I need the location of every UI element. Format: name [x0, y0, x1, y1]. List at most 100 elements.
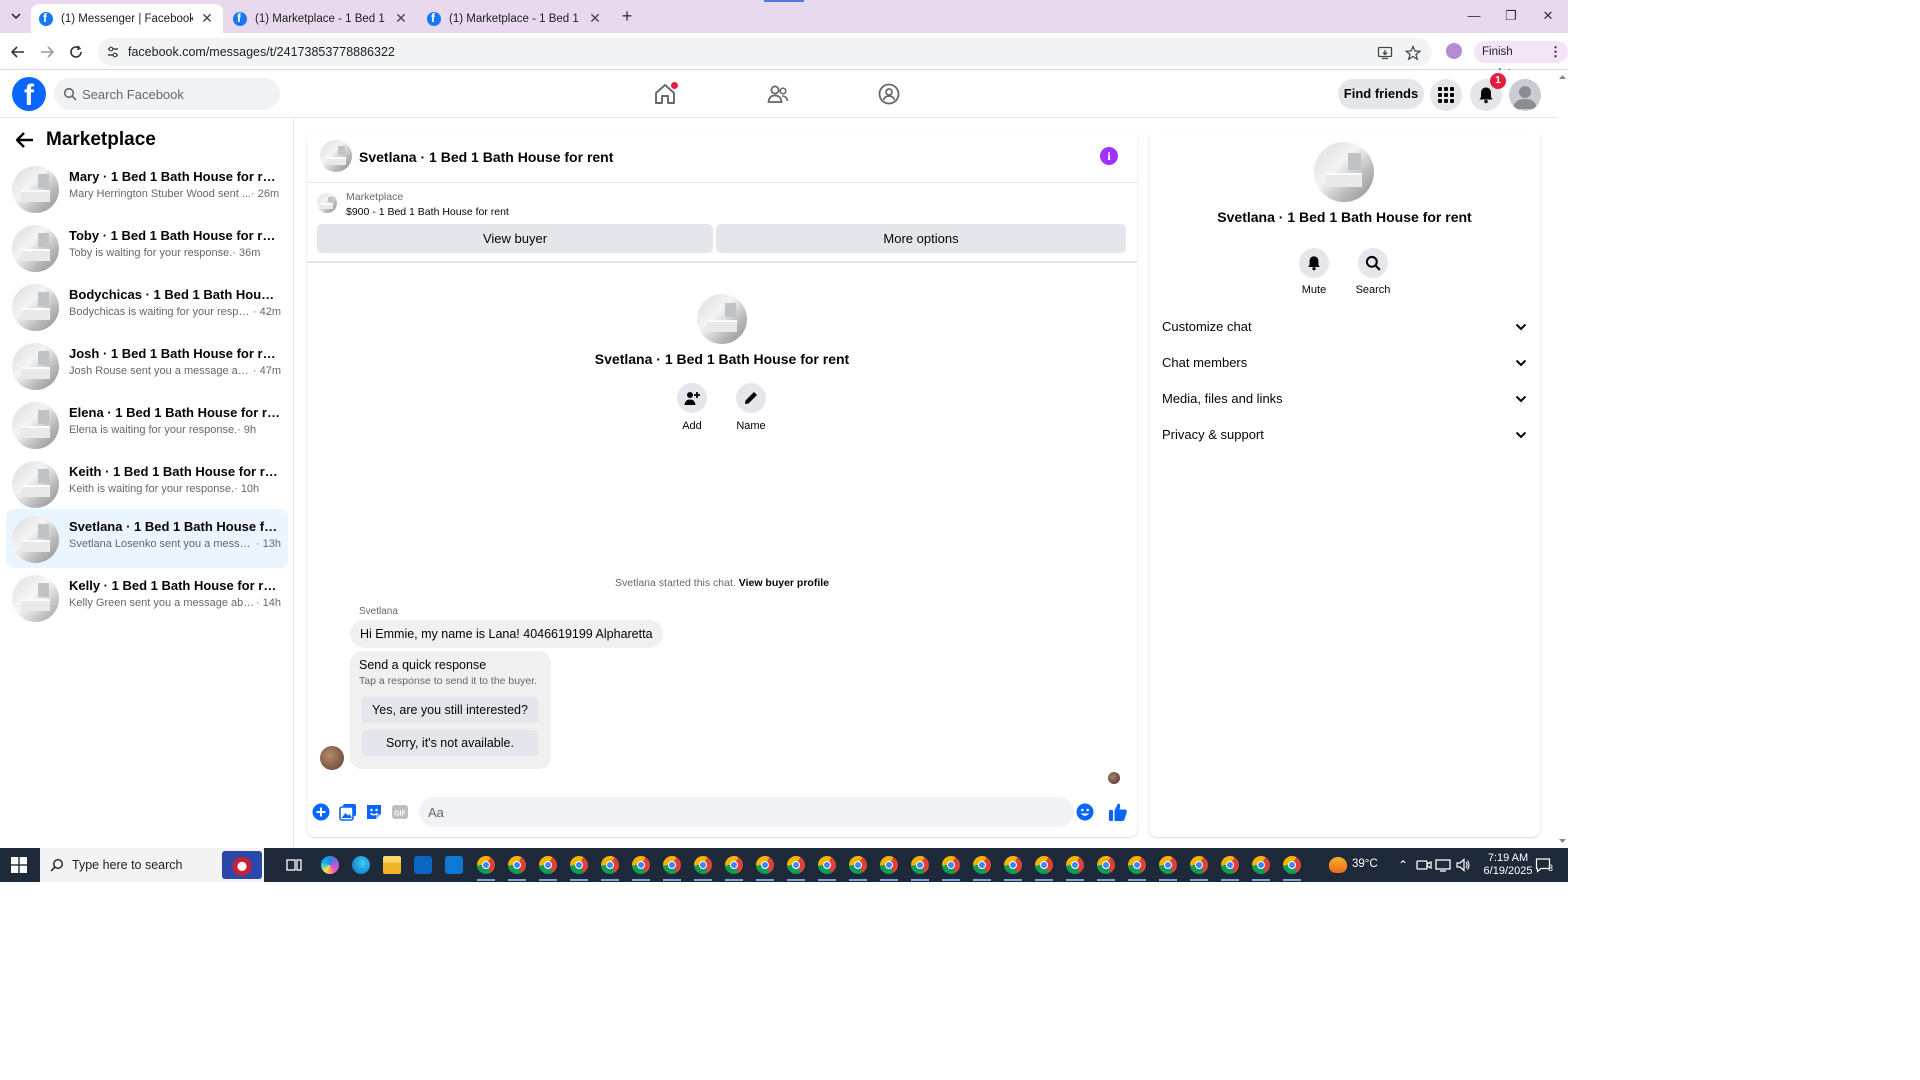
quick-response-still-interested[interactable]: Yes, are you still interested?: [362, 697, 538, 723]
plus-circle-icon[interactable]: [312, 803, 330, 821]
conversation-item-keith[interactable]: Keith · 1 Bed 1 Bath House for rent Keit…: [6, 454, 288, 513]
listing-summary[interactable]: $900 - 1 Bed 1 Bath House for rent: [346, 206, 509, 218]
windows-start-icon[interactable]: [11, 857, 27, 873]
chrome-window-icon[interactable]: [1252, 856, 1270, 874]
search-highlight-icon[interactable]: [222, 851, 262, 879]
customize-chat-section[interactable]: Customize chat: [1162, 312, 1528, 342]
forward-button[interactable]: [37, 42, 57, 62]
tab-search-button[interactable]: [6, 6, 26, 26]
chrome-window-icon[interactable]: [849, 856, 867, 874]
mute-button[interactable]: Mute: [1289, 248, 1339, 296]
photo-icon[interactable]: [339, 803, 357, 821]
back-button[interactable]: [8, 42, 28, 62]
microsoft-store-icon[interactable]: [414, 856, 432, 874]
edge-browser-icon[interactable]: [352, 856, 370, 874]
view-buyer-profile-link[interactable]: View buyer profile: [739, 577, 829, 589]
new-tab-button[interactable]: +: [618, 7, 636, 25]
chrome-window-icon[interactable]: [911, 856, 929, 874]
chrome-window-icon[interactable]: [1097, 856, 1115, 874]
info-icon[interactable]: i: [1100, 147, 1118, 165]
scroll-down-arrow-icon[interactable]: [1557, 836, 1568, 846]
page-scrollbar[interactable]: [1557, 70, 1568, 848]
taskbar-search-box[interactable]: Type here to search: [40, 848, 264, 882]
chrome-window-icon[interactable]: [1283, 856, 1301, 874]
chrome-window-icon[interactable]: [1221, 856, 1239, 874]
chrome-window-icon[interactable]: [539, 856, 557, 874]
copilot-icon[interactable]: [321, 856, 339, 874]
finish-update-button[interactable]: Finish update ⋮: [1474, 41, 1568, 80]
reload-button[interactable]: [66, 42, 86, 62]
chrome-window-icon[interactable]: [508, 856, 526, 874]
chrome-window-icon[interactable]: [1035, 856, 1053, 874]
close-tab-icon[interactable]: ✕: [587, 10, 603, 27]
file-explorer-icon[interactable]: [383, 856, 401, 874]
chrome-window-icon[interactable]: [1004, 856, 1022, 874]
add-people-button[interactable]: Add: [662, 383, 722, 432]
chrome-window-icon[interactable]: [477, 856, 495, 874]
message-bubble[interactable]: Hi Emmie, my name is Lana! 4046619199 Al…: [350, 620, 663, 648]
search-in-conversation-button[interactable]: Search: [1348, 248, 1398, 296]
gif-icon[interactable]: GIF: [391, 803, 409, 821]
url-bar[interactable]: facebook.com/messages/t/2417385377888632…: [98, 38, 1432, 66]
thumbs-up-icon[interactable]: [1108, 802, 1128, 822]
facebook-search-box[interactable]: Search Facebook: [54, 78, 280, 110]
more-options-button[interactable]: More options: [716, 224, 1126, 253]
chrome-window-icon[interactable]: [756, 856, 774, 874]
restore-window-button[interactable]: ❐: [1501, 8, 1521, 24]
chrome-window-icon[interactable]: [694, 856, 712, 874]
back-arrow-icon[interactable]: [14, 129, 36, 151]
chrome-window-icon[interactable]: [818, 856, 836, 874]
account-avatar[interactable]: [1509, 79, 1541, 111]
outlook-icon[interactable]: [445, 856, 463, 874]
close-tab-icon[interactable]: ✕: [393, 10, 409, 27]
site-settings-icon[interactable]: [106, 45, 120, 59]
install-app-icon[interactable]: [1377, 45, 1393, 61]
edit-name-button[interactable]: Name: [721, 383, 781, 432]
meet-now-icon[interactable]: [1416, 857, 1432, 873]
kebab-menu-icon[interactable]: ⋮: [1549, 41, 1562, 63]
taskbar-clock[interactable]: 7:19 AM 6/19/2025: [1478, 852, 1538, 878]
chrome-window-icon[interactable]: [663, 856, 681, 874]
message-input[interactable]: [419, 797, 1074, 827]
emoji-icon[interactable]: [1076, 803, 1094, 821]
bookmark-star-icon[interactable]: [1405, 45, 1421, 61]
chrome-window-icon[interactable]: [1128, 856, 1146, 874]
conversation-item-svetlana[interactable]: Svetlana · 1 Bed 1 Bath House for r... S…: [6, 509, 288, 568]
task-view-icon[interactable]: [285, 856, 303, 874]
friends-icon[interactable]: [766, 82, 790, 106]
chrome-window-icon[interactable]: [1066, 856, 1084, 874]
sender-avatar[interactable]: [320, 746, 344, 770]
chrome-window-icon[interactable]: [1190, 856, 1208, 874]
facebook-logo-icon[interactable]: f: [12, 77, 46, 112]
conversation-item-mary[interactable]: Mary · 1 Bed 1 Bath House for rent Mary …: [6, 159, 288, 218]
chrome-window-icon[interactable]: [942, 856, 960, 874]
browser-profile-icon[interactable]: [1446, 43, 1462, 59]
chrome-window-icon[interactable]: [1159, 856, 1177, 874]
conversation-item-bodychicas[interactable]: Bodychicas · 1 Bed 1 Bath House fo... Bo…: [6, 277, 288, 336]
chat-title[interactable]: Svetlana · 1 Bed 1 Bath House for rent: [359, 149, 613, 165]
privacy-support-section[interactable]: Privacy & support: [1162, 420, 1528, 450]
conversation-item-kelly[interactable]: Kelly · 1 Bed 1 Bath House for rent Kell…: [6, 568, 288, 627]
chrome-window-icon[interactable]: [601, 856, 619, 874]
temperature-readout[interactable]: 39°C: [1352, 858, 1378, 870]
chevron-up-icon[interactable]: ⌃: [1398, 858, 1408, 872]
browser-tab-marketplace-2[interactable]: (1) Marketplace - 1 Bed 1 Bath ✕: [419, 4, 611, 33]
chrome-window-icon[interactable]: [880, 856, 898, 874]
sticker-icon[interactable]: [365, 803, 383, 821]
close-tab-icon[interactable]: ✕: [199, 10, 215, 27]
groups-icon[interactable]: [877, 82, 901, 106]
scroll-up-arrow-icon[interactable]: [1557, 72, 1568, 82]
chrome-window-icon[interactable]: [973, 856, 991, 874]
close-window-button[interactable]: ✕: [1538, 8, 1558, 24]
conversation-item-josh[interactable]: Josh · 1 Bed 1 Bath House for rent Josh …: [6, 336, 288, 395]
browser-tab-messenger[interactable]: (1) Messenger | Facebook ✕: [31, 4, 223, 33]
volume-icon[interactable]: [1455, 857, 1471, 873]
quick-response-not-available[interactable]: Sorry, it's not available.: [362, 730, 538, 756]
chrome-window-icon[interactable]: [632, 856, 650, 874]
conversation-item-toby[interactable]: Toby · 1 Bed 1 Bath House for rent Toby …: [6, 218, 288, 277]
chat-avatar[interactable]: [320, 140, 352, 172]
chrome-window-icon[interactable]: [787, 856, 805, 874]
chrome-window-icon[interactable]: [570, 856, 588, 874]
view-buyer-button[interactable]: View buyer: [317, 224, 713, 253]
browser-tab-marketplace-1[interactable]: (1) Marketplace - 1 Bed 1 Bath ✕: [225, 4, 417, 33]
